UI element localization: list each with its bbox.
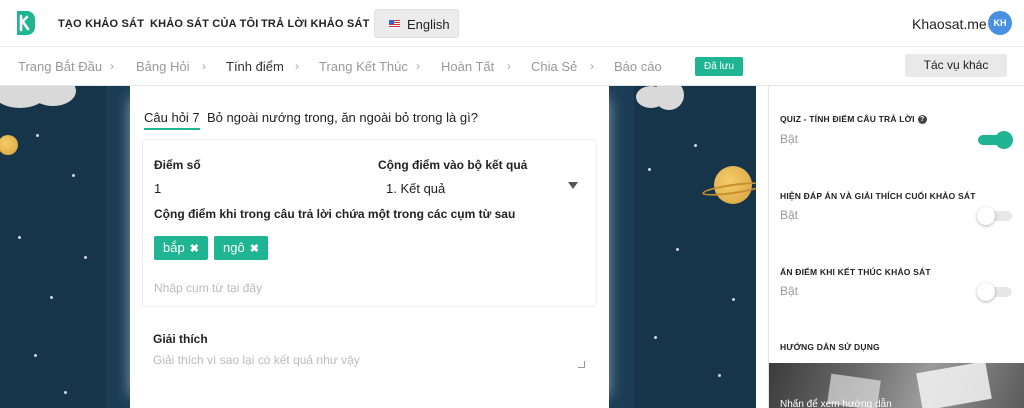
nav-answer-survey[interactable]: TRẢ LỜI KHẢO SÁT: [261, 18, 370, 30]
guide-caption: Nhấn để xem hướng dẫn: [780, 399, 892, 408]
nav-my-surveys[interactable]: KHẢO SÁT CỦA TÔI: [150, 18, 259, 30]
step-complete[interactable]: Hoàn Tất: [441, 59, 494, 74]
step-start-page[interactable]: Trang Bắt Đầu: [18, 59, 102, 74]
chevron-right-icon: ›: [507, 59, 511, 73]
star-decoration: [34, 354, 37, 357]
score-label: Điểm số: [154, 158, 201, 172]
us-flag-icon: [389, 20, 400, 28]
step-scoring[interactable]: Tính điểm: [226, 59, 284, 74]
guide-title: HƯỚNG DẪN SỬ DỤNG: [780, 342, 880, 352]
star-decoration: [18, 236, 21, 239]
star-decoration: [718, 374, 721, 377]
settings-sidebar: QUIZ - TÍNH ĐIỂM CÂU TRẢ LỜI? Bật HIỆN Đ…: [768, 86, 1024, 408]
chevron-right-icon: ›: [295, 59, 299, 73]
space-background-left: [0, 86, 106, 408]
result-set-select[interactable]: 1. Kết quả: [386, 181, 445, 196]
hide-score-toggle[interactable]: [977, 282, 1013, 302]
chevron-right-icon: ›: [202, 59, 206, 73]
star-decoration: [50, 296, 53, 299]
chevron-right-icon: ›: [416, 59, 420, 73]
resize-handle-icon[interactable]: [578, 361, 585, 368]
question-card: Câu hỏi 7 Bỏ ngoài nướng trong, ăn ngoài…: [130, 98, 609, 396]
chevron-right-icon: ›: [590, 59, 594, 73]
star-decoration: [648, 168, 651, 171]
top-navbar: TẠO KHẢO SÁT KHẢO SÁT CỦA TÔI TRẢ LỜI KH…: [0, 0, 1024, 47]
star-decoration: [654, 336, 657, 339]
show-answers-toggle[interactable]: [977, 206, 1013, 226]
setting-state-show-answers: Bật: [780, 208, 799, 222]
language-label: English: [407, 17, 450, 32]
phrase-input[interactable]: [154, 278, 574, 298]
star-decoration: [694, 144, 697, 147]
space-background-strip: [106, 86, 130, 408]
star-decoration: [72, 174, 75, 177]
caret-down-icon[interactable]: [568, 182, 578, 189]
phrase-tag[interactable]: ngô ✖: [214, 236, 268, 260]
setting-title-hide-score: ẨN ĐIỂM KHI KẾT THÚC KHẢO SÁT: [780, 267, 931, 277]
step-end-page[interactable]: Trang Kết Thúc: [319, 59, 408, 74]
phrase-tag[interactable]: bắp ✖: [154, 236, 208, 260]
cloud-decoration: [654, 86, 684, 110]
saved-badge: Đã lưu: [695, 57, 743, 76]
setting-title-text: QUIZ - TÍNH ĐIỂM CÂU TRẢ LỜI: [780, 114, 915, 124]
step-report[interactable]: Báo cáo: [614, 59, 662, 74]
language-button[interactable]: English: [374, 9, 459, 38]
close-icon[interactable]: ✖: [250, 243, 259, 255]
star-decoration: [84, 256, 87, 259]
score-input[interactable]: 1: [154, 181, 161, 196]
explanation-label: Giải thích: [153, 332, 208, 346]
phrase-tag-label: bắp: [163, 240, 185, 255]
star-decoration: [732, 298, 735, 301]
quiz-toggle[interactable]: [977, 130, 1013, 150]
star-decoration: [64, 391, 67, 394]
phrase-tag-label: ngô: [223, 240, 245, 255]
question-text: Bỏ ngoài nướng trong, ăn ngoài bỏ trong …: [207, 110, 478, 125]
question-number: Câu hỏi 7: [144, 110, 200, 130]
star-decoration: [36, 134, 39, 137]
result-set-label: Cộng điểm vào bộ kết quả: [378, 158, 528, 172]
explanation-textarea[interactable]: [153, 353, 587, 371]
star-decoration: [676, 248, 679, 251]
planet-decoration: [0, 135, 18, 155]
setting-title-show-answers: HIỆN ĐÁP ÁN VÀ GIẢI THÍCH CUỐI KHẢO SÁT: [780, 191, 976, 201]
setting-title-quiz: QUIZ - TÍNH ĐIỂM CÂU TRẢ LỜI?: [780, 114, 927, 124]
space-background-right: [634, 86, 756, 408]
space-background-strip: [609, 86, 634, 408]
other-tasks-button[interactable]: Tác vụ khác: [905, 54, 1007, 77]
toggle-knob: [977, 283, 995, 301]
setting-state-hide-score: Bật: [780, 284, 799, 298]
toggle-knob: [995, 131, 1013, 149]
guide-thumbnail[interactable]: Nhấn để xem hướng dẫn: [769, 363, 1024, 408]
step-bar: Trang Bắt Đầu › Bảng Hỏi › Tính điểm › T…: [0, 48, 1024, 86]
help-icon[interactable]: ?: [917, 115, 927, 124]
avatar[interactable]: KH: [988, 11, 1012, 35]
phrase-rule-label: Cộng điểm khi trong câu trả lời chứa một…: [154, 207, 516, 221]
toggle-knob: [977, 207, 995, 225]
scoring-panel: Điểm số 1 Cộng điểm vào bộ kết quả 1. Kế…: [142, 139, 597, 307]
setting-state-quiz: Bật: [780, 132, 799, 146]
step-questionnaire[interactable]: Bảng Hỏi: [136, 59, 189, 74]
chevron-right-icon: ›: [110, 59, 114, 73]
step-share[interactable]: Chia Sẻ: [531, 59, 577, 74]
khaosat-logo-icon[interactable]: [14, 10, 36, 36]
site-name[interactable]: Khaosat.me: [912, 16, 987, 32]
close-icon[interactable]: ✖: [190, 243, 199, 255]
nav-create-survey[interactable]: TẠO KHẢO SÁT: [58, 18, 144, 30]
guide-image-decoration: [916, 363, 992, 408]
